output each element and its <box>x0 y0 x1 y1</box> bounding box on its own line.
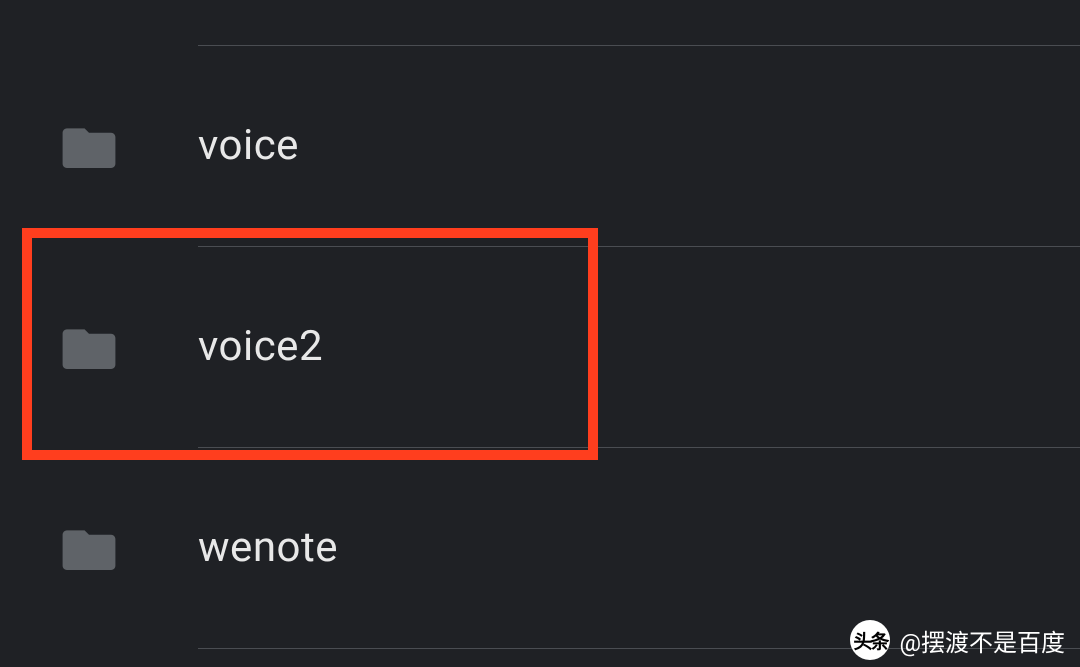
folder-item-label: voice2 <box>198 322 323 371</box>
folder-list: voice voice2 wenote 头条 @摆渡不是百度 <box>0 0 1080 667</box>
folder-icon <box>62 124 116 168</box>
folder-icon <box>62 526 116 570</box>
toutiao-logo-icon: 头条 <box>850 620 890 660</box>
logo-text: 头条 <box>853 627 887 654</box>
watermark-label: @摆渡不是百度 <box>899 623 1065 658</box>
folder-item-label: wenote <box>198 523 338 572</box>
folder-item-label: voice <box>198 121 299 170</box>
folder-item-wenote[interactable]: wenote <box>0 447 1080 648</box>
folder-item-voice[interactable]: voice <box>0 45 1080 246</box>
folder-icon <box>62 325 116 369</box>
folder-item-voice2[interactable]: voice2 <box>0 246 1080 447</box>
watermark: 头条 @摆渡不是百度 <box>850 620 1065 660</box>
